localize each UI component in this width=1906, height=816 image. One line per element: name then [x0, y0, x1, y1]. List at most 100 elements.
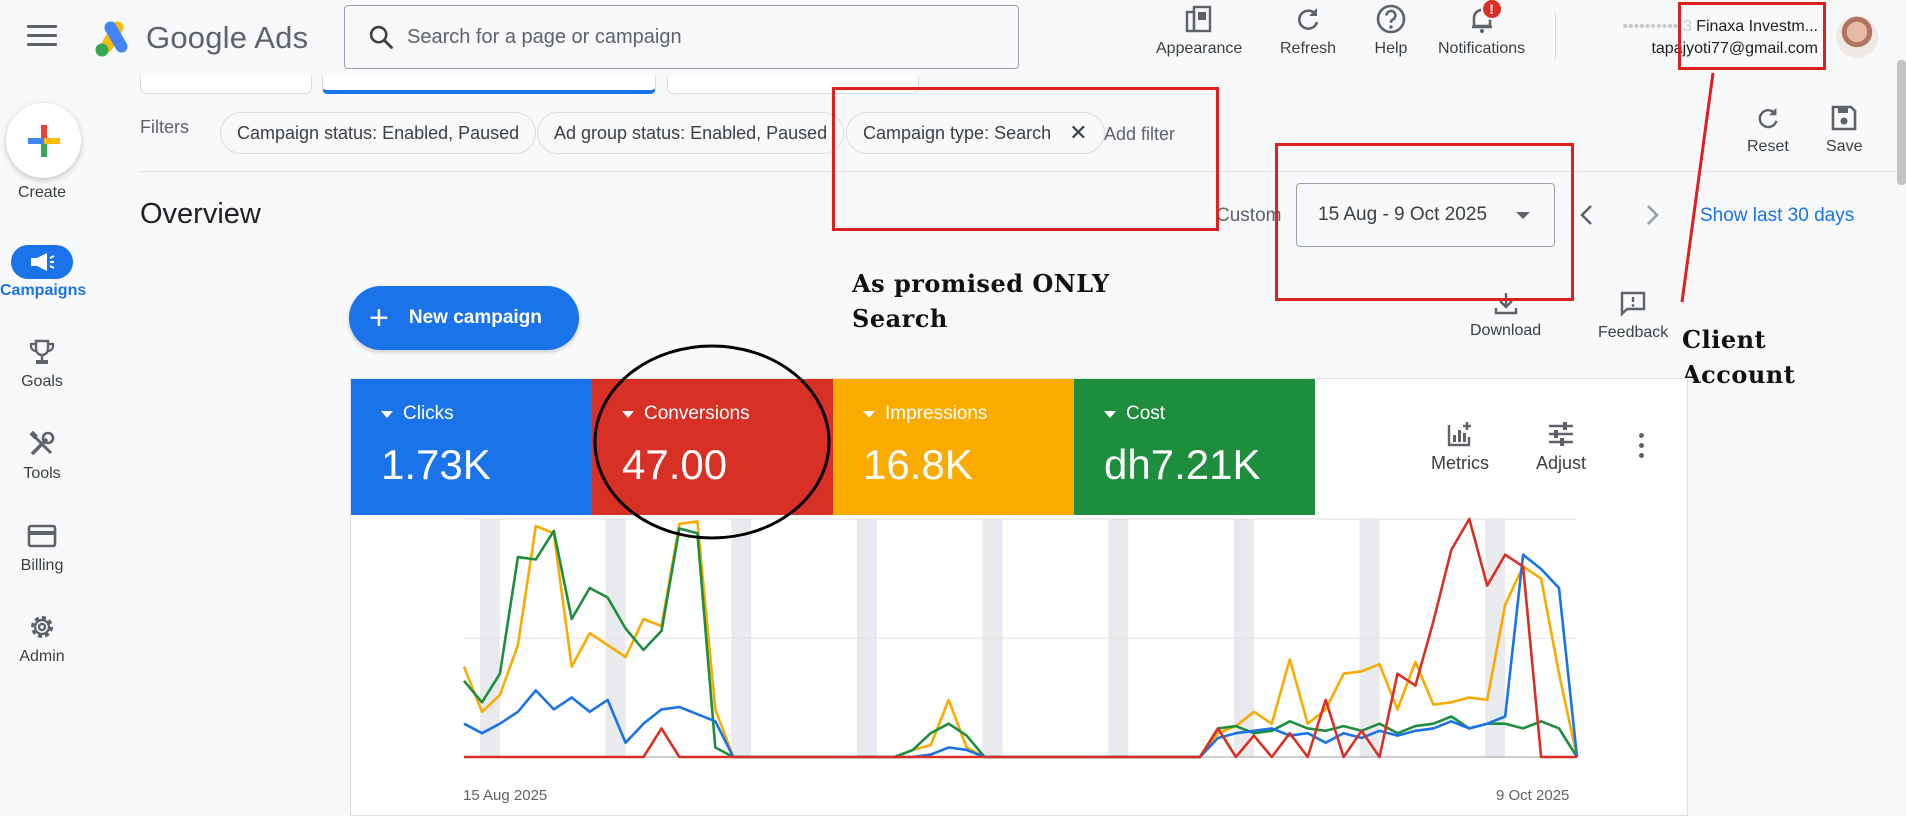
annotation-box-date-range [1275, 143, 1574, 301]
adjust-button[interactable]: Adjust [1536, 419, 1586, 474]
page-scrollbar[interactable] [1897, 60, 1906, 185]
annotation-box-account [1678, 2, 1826, 70]
annotation-search-line1: As promised ONLY [852, 269, 1110, 298]
chart-gridlines [464, 518, 1577, 758]
more-options-icon[interactable] [1639, 433, 1647, 459]
series-line-impressions [462, 520, 1579, 759]
sidebar-item-billing[interactable]: Billing [0, 518, 84, 575]
reset-button[interactable]: Reset [1747, 104, 1789, 156]
metric-name-text: Clicks [403, 403, 454, 424]
notifications-button[interactable]: ! Notifications [1438, 0, 1525, 58]
sidebar-item-admin[interactable]: Admin [0, 609, 84, 666]
sidebar-item-label: Billing [20, 557, 64, 574]
metric-name: Impressions [863, 403, 987, 425]
metric-name: Clicks [381, 403, 454, 425]
date-range-type-label: Custom [1216, 205, 1282, 226]
save-button[interactable]: Save [1826, 104, 1862, 156]
adjust-label: Adjust [1536, 453, 1587, 473]
sidebar-item-tools[interactable]: Tools [0, 426, 84, 483]
plus-multicolor-icon [27, 124, 60, 157]
filter-chip-label: Ad group status: Enabled, Paused [554, 122, 828, 143]
annotation-search-line2: Search [852, 304, 948, 333]
metric-tile-cost[interactable]: Cost dh7.21K [1074, 379, 1315, 515]
show-last-30-days-link[interactable]: Show last 30 days [1700, 205, 1854, 227]
sidebar-item-label: Tools [23, 465, 61, 482]
dropdown-triangle-icon [1104, 410, 1116, 418]
filters-label: Filters [140, 117, 189, 137]
annotation-client-account: Client Account [1682, 322, 1795, 392]
metrics-button[interactable]: Metrics [1431, 419, 1489, 474]
series-line-clicks [463, 553, 1579, 759]
top-app-bar: Google Ads Search for a page or campaign… [0, 0, 1906, 76]
notification-badge: ! [1480, 0, 1503, 20]
chevron-right-icon[interactable] [1637, 200, 1667, 230]
metric-name: Cost [1104, 403, 1165, 425]
toolbar-divider [1555, 12, 1556, 60]
chevron-left-icon[interactable] [1572, 200, 1602, 230]
metrics-label: Metrics [1431, 453, 1489, 473]
refresh-button[interactable]: Refresh [1280, 0, 1336, 58]
create-button[interactable] [6, 103, 81, 178]
metric-name-text: Cost [1126, 403, 1166, 424]
page-title: Overview [140, 198, 261, 230]
metric-value: 16.8K [863, 441, 973, 488]
plus-icon: + [369, 299, 389, 337]
metric-tile-clicks[interactable]: Clicks 1.73K [351, 379, 592, 515]
filter-chip-campaign-status[interactable]: Campaign status: Enabled, Paused [220, 112, 537, 154]
tune-icon [1549, 422, 1574, 446]
sidebar-item-campaigns[interactable]: Campaigns [0, 245, 87, 300]
tools-icon [29, 430, 55, 456]
dropdown-triangle-icon [863, 410, 875, 418]
performance-card: Clicks 1.73K Conversions 47.00 Impressio… [350, 378, 1688, 816]
refresh-icon [1298, 8, 1319, 30]
performance-line-chart [462, 517, 1579, 759]
appearance-label: Appearance [1156, 40, 1243, 57]
feedback-icon [1620, 291, 1646, 317]
help-label: Help [1374, 40, 1408, 57]
view-tab-partial-active[interactable] [322, 76, 656, 94]
help-icon [1376, 4, 1406, 34]
google-ads-logo-icon [95, 21, 128, 57]
filter-chip-ad-group-status[interactable]: Ad group status: Enabled, Paused [537, 112, 845, 154]
sidebar-item-label: Campaigns [0, 282, 87, 299]
megaphone-icon [31, 253, 55, 271]
appearance-button[interactable]: Appearance [1156, 0, 1242, 58]
metric-value: dh7.21K [1104, 441, 1261, 488]
google-ads-logo[interactable]: Google Ads [92, 16, 308, 60]
save-icon [1831, 105, 1857, 131]
credit-card-icon [27, 524, 57, 548]
help-button[interactable]: Help [1374, 0, 1408, 58]
sidebar-item-goals[interactable]: Goals [0, 334, 84, 391]
view-tab-partial[interactable] [140, 76, 312, 94]
metric-tile-impressions[interactable]: Impressions 16.8K [833, 379, 1074, 515]
create-label-item[interactable]: Create [0, 181, 84, 202]
sidebar-item-label: Admin [19, 648, 65, 665]
main-menu-button[interactable] [27, 25, 57, 49]
create-label: Create [17, 184, 67, 201]
search-input[interactable]: Search for a page or campaign [407, 26, 682, 49]
reset-icon [1758, 107, 1778, 129]
avatar[interactable] [1836, 16, 1878, 58]
metric-value: 1.73K [381, 441, 491, 488]
notification-badge-text: ! [1489, 1, 1494, 17]
sidebar-item-label: Goals [21, 373, 63, 390]
annotation-client-line2: Account [1682, 360, 1796, 389]
feedback-button[interactable]: Feedback [1598, 290, 1668, 342]
annotation-circle-conversions [593, 344, 831, 540]
annotation-line [1680, 72, 1715, 303]
x-axis-end-label: 9 Oct 2025 [1496, 787, 1570, 804]
save-label: Save [1826, 138, 1863, 155]
new-campaign-button[interactable]: + New campaign [349, 286, 579, 350]
metric-name-text: Impressions [885, 403, 988, 424]
annotation-box-campaign-type [832, 87, 1219, 231]
dropdown-triangle-icon [381, 410, 393, 418]
app-name: Google Ads [146, 20, 309, 55]
filter-chip-label: Campaign status: Enabled, Paused [237, 122, 520, 143]
search-box[interactable]: Search for a page or campaign [344, 5, 1019, 69]
gear-icon [31, 616, 53, 638]
annotation-search-note: As promised ONLY Search [852, 266, 1110, 336]
new-campaign-label: New campaign [408, 307, 542, 328]
annotation-client-line1: Client [1682, 325, 1767, 354]
add-chart-icon [1447, 422, 1471, 447]
feedback-label: Feedback [1598, 324, 1669, 341]
